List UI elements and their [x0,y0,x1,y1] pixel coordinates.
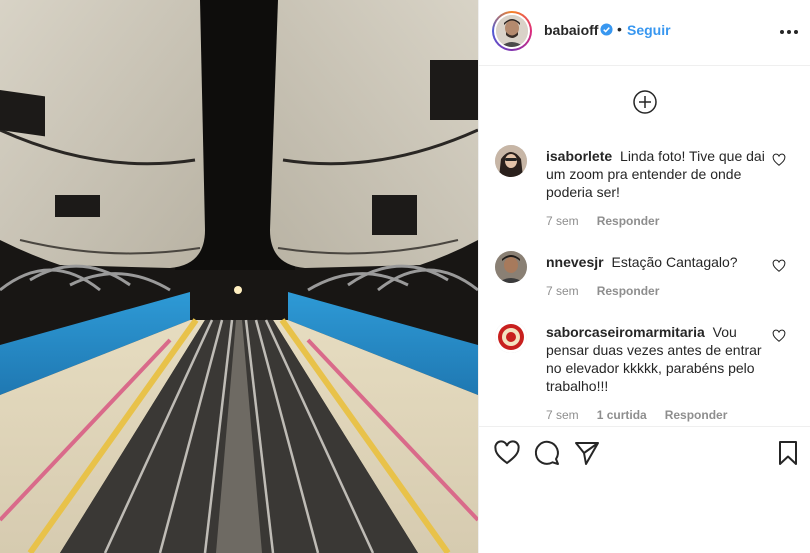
commenter-avatar-image [495,251,527,283]
bookmark-icon[interactable] [774,439,802,467]
post-action-bar [479,426,810,476]
post-header: babaioff • Seguir [479,0,810,66]
verified-badge-icon [600,23,613,36]
author-avatar-image [496,15,528,47]
more-options-icon[interactable] [777,22,801,42]
comment-time[interactable]: 7 sem [546,214,579,228]
comment-username[interactable]: isaborlete [546,148,612,164]
commenter-avatar-image [495,321,527,353]
post-side-panel: babaioff • Seguir isaborlete Linda foto!… [478,0,810,553]
comment-username[interactable]: nnevesjr [546,254,604,270]
comment-avatar[interactable] [495,145,527,177]
comment-time[interactable]: 7 sem [546,408,579,422]
heart-icon[interactable] [772,153,786,167]
heart-icon[interactable] [772,259,786,273]
follow-button[interactable]: Seguir [627,22,671,38]
header-separator: • [617,21,622,37]
reply-button[interactable]: Responder [665,408,728,422]
author-username[interactable]: babaioff [544,22,598,38]
comment-likes[interactable]: 1 curtida [597,408,647,422]
comment-time[interactable]: 7 sem [546,284,579,298]
reply-button[interactable]: Responder [597,214,660,228]
author-avatar[interactable] [492,11,532,51]
plus-circle-icon[interactable] [632,89,658,115]
comment-avatar[interactable] [495,321,527,353]
heart-icon[interactable] [493,439,521,467]
subway-station-photo [0,0,478,553]
post-photo[interactable] [0,0,478,553]
paper-plane-icon[interactable] [573,439,601,467]
reply-button[interactable]: Responder [597,284,660,298]
heart-icon[interactable] [772,329,786,343]
comment-text: Estação Cantagalo? [611,254,738,270]
commenter-avatar-image [495,145,527,177]
comment-username[interactable]: saborcaseiromarmitaria [546,324,705,340]
comment-bubble-icon[interactable] [533,439,561,467]
comment-avatar[interactable] [495,251,527,283]
